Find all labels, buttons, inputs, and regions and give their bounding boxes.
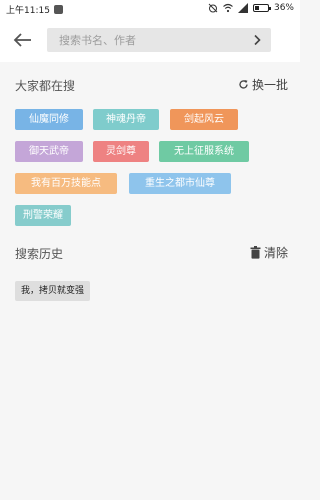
hot-tag[interactable]: 无上征服系统: [159, 141, 249, 162]
hot-tag[interactable]: 刑警荣耀: [15, 205, 71, 226]
chevron-right-icon[interactable]: [251, 34, 263, 46]
app-notification-icon: [53, 5, 63, 14]
search-input[interactable]: [47, 28, 249, 52]
hot-search-title: 大家都在搜: [15, 79, 76, 93]
search-header: [0, 18, 300, 62]
battery-percent: 36%: [273, 3, 294, 13]
status-right: 36%: [208, 3, 294, 13]
hot-tag[interactable]: 重生之都市仙尊: [129, 173, 231, 194]
refresh-label: 换一批: [251, 78, 288, 92]
search-box[interactable]: [47, 28, 271, 52]
history-item[interactable]: 我，拷贝就变强: [15, 281, 91, 301]
hot-tag[interactable]: 仙魔同修: [15, 109, 83, 130]
hot-tag[interactable]: 剑起风云: [170, 109, 238, 130]
refresh-icon: [239, 80, 248, 89]
alarm-off-icon: [208, 3, 218, 13]
wifi-icon: [223, 3, 233, 13]
status-bar: 上午11:15 36%: [0, 0, 300, 18]
clear-history-button[interactable]: 清除: [250, 244, 288, 261]
hot-tag[interactable]: 我有百万技能点: [15, 173, 117, 194]
status-left: 上午11:15: [6, 3, 63, 16]
status-time: 上午11:15: [6, 6, 50, 16]
clear-label: 清除: [263, 246, 288, 260]
refresh-button[interactable]: 换一批: [238, 76, 288, 93]
battery-icon: [252, 4, 271, 12]
history-title: 搜索历史: [15, 247, 64, 261]
trash-icon: [250, 246, 261, 259]
hot-tag[interactable]: 御天武帝: [15, 141, 83, 162]
signal-icon: [237, 3, 248, 13]
hot-tag[interactable]: 神魂丹帝: [93, 109, 159, 130]
battery-level: [254, 6, 260, 10]
back-arrow-icon[interactable]: [12, 30, 34, 50]
hot-tag[interactable]: 灵剑尊: [93, 141, 149, 162]
